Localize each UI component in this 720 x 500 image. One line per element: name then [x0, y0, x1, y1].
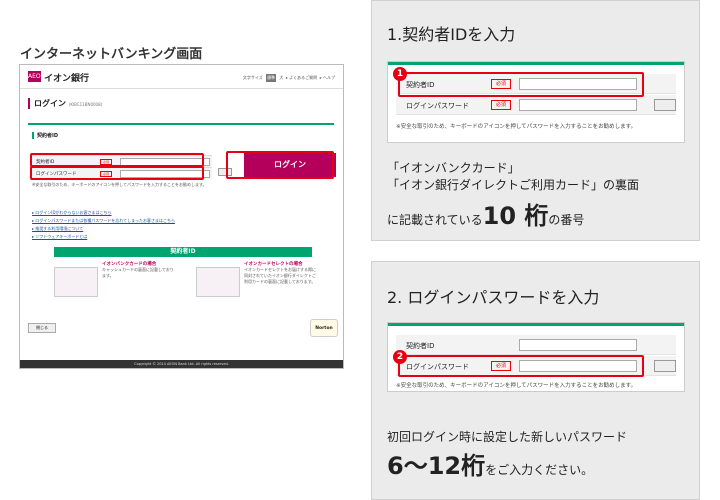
step2-contract-id-row: 契約者ID: [396, 335, 676, 355]
norton-seal-icon: Norton: [310, 319, 338, 337]
help-link[interactable]: ▸ ヘルプ: [320, 75, 335, 80]
faq-link[interactable]: ▸ よくあるご質問: [286, 75, 317, 80]
font-size-standard-button[interactable]: 標準: [266, 74, 277, 82]
section-title: 契約者ID: [32, 132, 58, 139]
required-badge: 必須: [491, 100, 511, 110]
digits-highlight: 6〜12桁: [387, 452, 486, 480]
step2-form-preview: 契約者ID ログインパスワード 必須 ※安全な取引のため、キーボードのアイコンを…: [387, 322, 685, 392]
help-links: ▸ ログインIDがわからないお客さまはこちら ▸ ログインパスワードまたは各種パ…: [32, 209, 175, 241]
highlight-contract-id: [30, 153, 204, 167]
aeon-card-info: イオンバンクカードの場合 キャッシュカードの裏面に記載しております。: [54, 259, 174, 299]
step1-password-row: ログインパスワード 必須: [396, 95, 676, 115]
close-button[interactable]: 閉じる: [28, 323, 56, 333]
contract-id-header: 契約者ID: [54, 247, 312, 257]
environment-link[interactable]: ▸ 推奨する利用環境について: [32, 225, 175, 233]
font-size-large-button[interactable]: 大: [279, 75, 283, 80]
step1-badge: 1: [393, 67, 407, 81]
contract-id-label: 契約者ID: [406, 342, 435, 350]
keyboard-icon[interactable]: [654, 99, 676, 111]
font-size-label: 文字サイズ: [242, 75, 263, 80]
step1-panel: 1.契約者IDを入力 契約者ID 必須 ログインパスワード 必須 ※安全な取引の…: [371, 0, 700, 241]
step2-line2: 6〜12桁をご入力ください。: [387, 446, 593, 481]
security-note: ※安全な取引のため、キーボードのアイコンを押してパスワードを入力することをお勧め…: [32, 182, 207, 187]
security-note: ※安全な取引のため、キーボードのアイコンを押してパスワードを入力することをお勧め…: [396, 383, 637, 389]
panel-divider: [28, 123, 334, 125]
step1-line2: 「イオン銀行ダイレクトご利用カード」の裏面: [387, 178, 640, 192]
password-label: ログインパスワード: [406, 102, 469, 110]
page-title: ログイン (KIBC11BN0008): [28, 98, 102, 109]
page-code: (KIBC11BN0008): [68, 102, 103, 107]
copyright-footer: Copyright © 2014 AEON Bank Ltd. All righ…: [20, 360, 343, 368]
site-header: AEON イオン銀行 文字サイズ 標準 大 ▸ よくあるご質問 ▸ ヘルプ: [20, 65, 343, 89]
step1-title: 1.契約者IDを入力: [387, 25, 516, 44]
step1-form-preview: 契約者ID 必須 ログインパスワード 必須 ※安全な取引のため、キーボードのアイ…: [387, 61, 685, 143]
step2-badge: 2: [393, 350, 407, 364]
step2-panel: 2. ログインパスワードを入力 契約者ID ログインパスワード 必須 ※安全な取…: [371, 261, 700, 500]
aeon-logo-icon: AEON: [28, 71, 46, 82]
contract-id-input[interactable]: [519, 339, 637, 351]
step1-line3-post: の番号: [548, 213, 585, 227]
green-bar: [388, 323, 684, 326]
highlight-contract-id: [398, 72, 644, 97]
screen-caption: インターネットバンキング画面: [20, 47, 203, 62]
aeon-card-image: [54, 267, 98, 297]
password-input[interactable]: [519, 99, 637, 111]
forgot-password-link[interactable]: ▸ ログインパスワードまたは各種パスワードを忘れてしまったお客さまはこちら: [32, 217, 175, 225]
green-bar: [388, 62, 684, 65]
select-card-desc: イオンカードセレクトをお届けする際に同封されていたイオン銀行ダイレクトご利用カー…: [244, 267, 316, 284]
software-keyboard-link[interactable]: ▸ ソフトウェアキーボードとは: [32, 233, 175, 241]
step2-line1: 初回ログイン時に設定した新しいパスワード: [387, 430, 628, 444]
aeon-card-desc: キャッシュカードの裏面に記載しております。: [102, 267, 174, 278]
digits-highlight: 10 桁: [482, 202, 549, 230]
step1-line1: 「イオンバンクカード」: [387, 161, 520, 175]
highlight-password: [30, 166, 204, 180]
banking-screenshot: AEON イオン銀行 文字サイズ 標準 大 ▸ よくあるご質問 ▸ ヘルプ ログ…: [19, 64, 344, 369]
select-card-info: イオンカードセレクトの場合 イオンカードセレクトをお届けする際に同封されていたイ…: [196, 259, 316, 299]
step1-line3: に記載されている10 桁の番号: [387, 196, 584, 231]
page-title-text: ログイン: [34, 99, 66, 108]
step2-line2-post: をご入力ください。: [485, 463, 594, 477]
security-note: ※安全な取引のため、キーボードのアイコンを押してパスワードを入力することをお勧め…: [396, 124, 637, 130]
select-card-image: [196, 267, 240, 297]
header-links: 文字サイズ 標準 大 ▸ よくあるご質問 ▸ ヘルプ: [243, 74, 335, 82]
step2-title: 2. ログインパスワードを入力: [387, 288, 600, 307]
step1-line3-pre: に記載されている: [387, 213, 483, 227]
forgot-id-link[interactable]: ▸ ログインIDがわからないお客さまはこちら: [32, 209, 175, 217]
keyboard-icon[interactable]: [654, 360, 676, 372]
bank-name: イオン銀行: [44, 74, 90, 84]
highlight-login-button: [226, 151, 334, 179]
highlight-password: [398, 355, 644, 377]
